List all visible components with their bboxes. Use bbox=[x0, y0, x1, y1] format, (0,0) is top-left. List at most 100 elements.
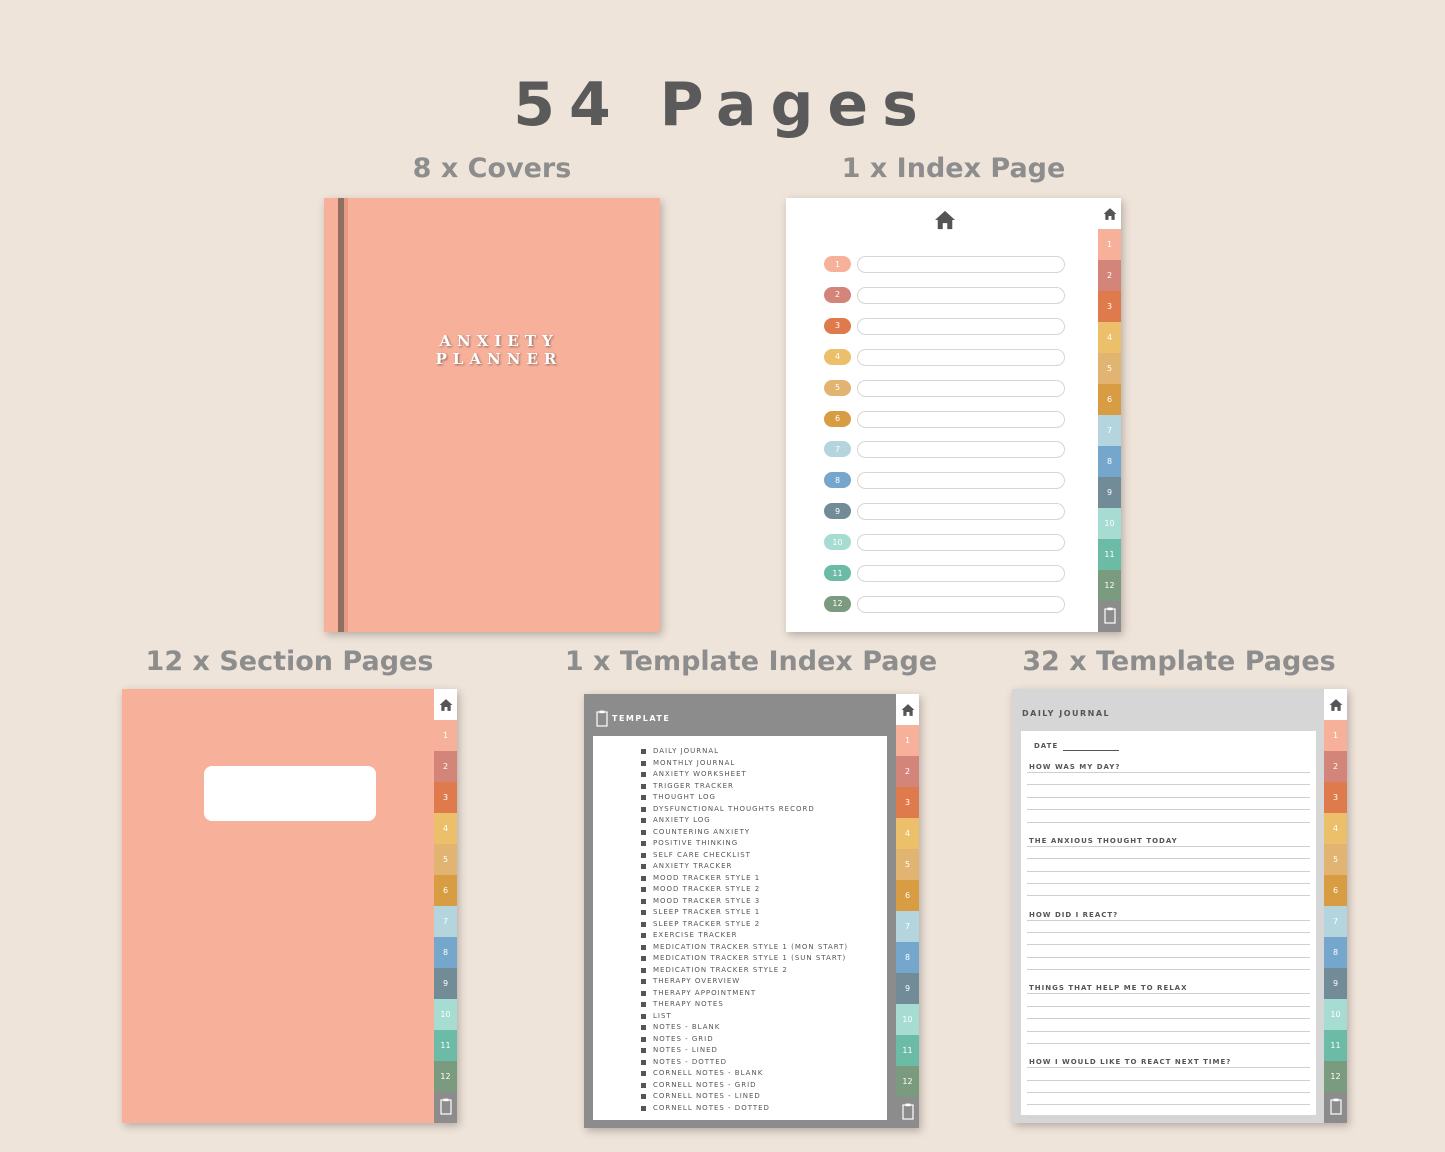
template-list-item[interactable]: SELF CARE CHECKLIST bbox=[641, 850, 848, 862]
index-row[interactable]: 3 bbox=[824, 317, 1066, 335]
tab-section-2[interactable]: 2 bbox=[1324, 751, 1347, 782]
tab-section-11[interactable]: 11 bbox=[896, 1035, 919, 1066]
index-number-pill[interactable]: 3 bbox=[824, 317, 851, 334]
index-number-pill[interactable]: 10 bbox=[824, 534, 851, 551]
writing-line[interactable] bbox=[1027, 1043, 1310, 1044]
index-row[interactable]: 4 bbox=[824, 348, 1066, 366]
template-list-item[interactable]: COUNTERING ANXIETY bbox=[641, 827, 848, 839]
index-title-field[interactable] bbox=[857, 441, 1065, 459]
writing-line[interactable] bbox=[1027, 969, 1310, 971]
template-list-item[interactable]: THOUGHT LOG bbox=[641, 792, 848, 804]
index-title-field[interactable] bbox=[857, 348, 1065, 366]
tab-section-8[interactable]: 8 bbox=[1324, 937, 1347, 968]
index-row[interactable]: 11 bbox=[824, 565, 1066, 582]
writing-line[interactable] bbox=[1027, 1104, 1310, 1106]
index-row[interactable]: 10 bbox=[824, 534, 1066, 552]
index-number-pill[interactable]: 9 bbox=[824, 503, 851, 520]
index-number-pill[interactable]: 2 bbox=[824, 286, 851, 303]
writing-line[interactable] bbox=[1027, 944, 1310, 946]
index-number-pill[interactable]: 6 bbox=[824, 410, 851, 427]
tab-section-9[interactable]: 9 bbox=[1324, 968, 1347, 999]
index-number-pill[interactable]: 1 bbox=[824, 256, 851, 272]
template-list-item[interactable]: THERAPY NOTES bbox=[641, 999, 848, 1011]
tab-section-11[interactable]: 11 bbox=[1098, 539, 1121, 570]
index-title-field[interactable] bbox=[857, 256, 1065, 273]
writing-line[interactable] bbox=[1027, 821, 1310, 823]
tab-section-3[interactable]: 3 bbox=[434, 782, 457, 813]
tab-section-3[interactable]: 3 bbox=[1324, 782, 1347, 813]
tab-section-4[interactable]: 4 bbox=[434, 813, 457, 844]
index-row[interactable]: 12 bbox=[824, 595, 1066, 613]
tab-section-8[interactable]: 8 bbox=[896, 942, 919, 973]
tab-section-1[interactable]: 1 bbox=[434, 720, 457, 751]
tab-section-6[interactable]: 6 bbox=[896, 880, 919, 911]
index-row[interactable]: 2 bbox=[824, 286, 1066, 304]
tab-section-12[interactable]: 12 bbox=[896, 1066, 919, 1097]
writing-line[interactable] bbox=[1027, 1079, 1310, 1081]
writing-line[interactable] bbox=[1027, 919, 1310, 921]
template-list-item[interactable]: MOOD TRACKER STYLE 1 bbox=[641, 873, 848, 885]
template-list-item[interactable]: SLEEP TRACKER STYLE 2 bbox=[641, 919, 848, 931]
tab-section-2[interactable]: 2 bbox=[1098, 260, 1121, 291]
template-index-page[interactable]: TEMPLATE DAILY JOURNAL MONTHLY JOURNAL ANX… bbox=[584, 694, 919, 1128]
tab-section-9[interactable]: 9 bbox=[1098, 477, 1121, 508]
writing-line[interactable] bbox=[1027, 932, 1310, 933]
template-list-item[interactable]: CORNELL NOTES - DOTTED bbox=[641, 1103, 848, 1115]
tab-section-1[interactable]: 1 bbox=[1324, 720, 1347, 751]
tab-section-4[interactable]: 4 bbox=[896, 818, 919, 849]
template-list-item[interactable]: DAILY JOURNAL bbox=[641, 746, 848, 758]
tab-section-4[interactable]: 4 bbox=[1324, 813, 1347, 844]
cover-page[interactable]: ANXIETY PLANNER bbox=[324, 198, 660, 632]
tab-section-11[interactable]: 11 bbox=[434, 1030, 457, 1061]
writing-line[interactable] bbox=[1027, 870, 1310, 872]
date-input-line[interactable] bbox=[1063, 750, 1119, 751]
template-list-item[interactable]: DYSFUNCTIONAL THOUGHTS RECORD bbox=[641, 804, 848, 816]
index-number-pill[interactable]: 11 bbox=[824, 565, 851, 581]
index-number-pill[interactable]: 5 bbox=[824, 379, 851, 396]
index-title-field[interactable] bbox=[857, 379, 1065, 397]
template-list-item[interactable]: THERAPY APPOINTMENT bbox=[641, 988, 848, 1000]
template-list-item[interactable]: CORNELL NOTES - BLANK bbox=[641, 1068, 848, 1080]
tab-section-2[interactable]: 2 bbox=[896, 756, 919, 787]
template-list-item[interactable]: MEDICATION TRACKER STYLE 2 bbox=[641, 965, 848, 977]
tab-section-5[interactable]: 5 bbox=[896, 849, 919, 880]
template-list-item[interactable]: MEDICATION TRACKER STYLE 1 (SUN START) bbox=[641, 953, 848, 965]
writing-line[interactable] bbox=[1027, 1116, 1310, 1118]
clipboard-icon[interactable] bbox=[434, 1092, 457, 1120]
template-list-item[interactable]: NOTES - DOTTED bbox=[641, 1057, 848, 1069]
index-title-field[interactable] bbox=[857, 565, 1065, 582]
tab-section-6[interactable]: 6 bbox=[1098, 384, 1121, 415]
template-list-item[interactable]: EXERCISE TRACKER bbox=[641, 930, 848, 942]
template-list-item[interactable]: SLEEP TRACKER STYLE 1 bbox=[641, 907, 848, 919]
writing-line[interactable] bbox=[1027, 845, 1310, 847]
writing-line[interactable] bbox=[1027, 1018, 1310, 1020]
template-list-item[interactable]: CORNELL NOTES - LINED bbox=[641, 1091, 848, 1103]
index-row[interactable]: 6 bbox=[824, 410, 1066, 428]
template-list-item[interactable]: POSITIVE THINKING bbox=[641, 838, 848, 850]
writing-line[interactable] bbox=[1027, 1005, 1310, 1007]
home-icon[interactable] bbox=[1098, 198, 1121, 229]
clipboard-icon[interactable] bbox=[1324, 1092, 1347, 1120]
tab-section-9[interactable]: 9 bbox=[896, 973, 919, 1004]
template-list-item[interactable]: NOTES - GRID bbox=[641, 1034, 848, 1046]
index-title-field[interactable] bbox=[857, 286, 1065, 304]
template-list-item[interactable]: NOTES - LINED bbox=[641, 1045, 848, 1057]
index-row[interactable]: 8 bbox=[824, 472, 1066, 490]
index-title-field[interactable] bbox=[857, 410, 1065, 428]
template-list-item[interactable]: NOTES - BLANK bbox=[641, 1022, 848, 1034]
index-title-field[interactable] bbox=[857, 595, 1065, 613]
index-page[interactable]: 1 2 3 4 5 6 7 8 9 10 11 12 1 2 3 4 5 6 7 8 9 10 11 12 bbox=[786, 198, 1121, 632]
tab-section-7[interactable]: 7 bbox=[434, 906, 457, 937]
index-title-field[interactable] bbox=[857, 503, 1065, 521]
template-list-item[interactable]: ANXIETY WORKSHEET bbox=[641, 769, 848, 781]
template-list-item[interactable]: LIST bbox=[641, 1011, 848, 1023]
home-icon[interactable] bbox=[1324, 689, 1347, 720]
writing-line[interactable] bbox=[1027, 1067, 1310, 1069]
template-list-item[interactable]: MOOD TRACKER STYLE 3 bbox=[641, 896, 848, 908]
template-list-item[interactable]: CORNELL NOTES - GRID bbox=[641, 1080, 848, 1092]
tab-section-4[interactable]: 4 bbox=[1098, 322, 1121, 353]
writing-line[interactable] bbox=[1027, 895, 1310, 897]
index-number-pill[interactable]: 8 bbox=[824, 472, 851, 489]
template-list-item[interactable]: ANXIETY TRACKER bbox=[641, 861, 848, 873]
writing-line[interactable] bbox=[1027, 796, 1310, 798]
